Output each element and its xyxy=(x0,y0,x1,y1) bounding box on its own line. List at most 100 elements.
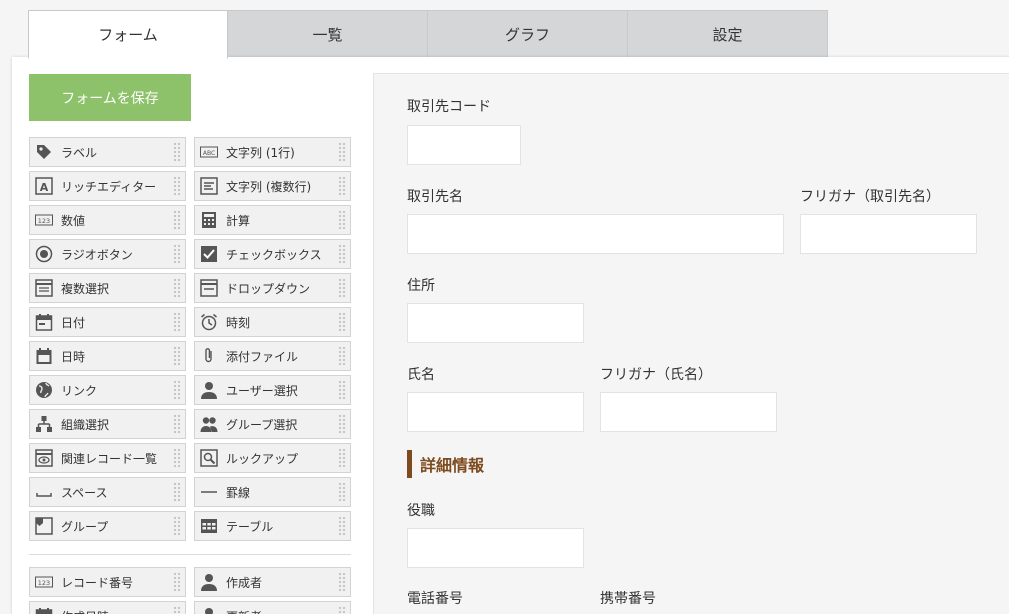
drag-handle-icon[interactable] xyxy=(173,380,181,400)
user-icon xyxy=(200,381,218,399)
palette-item[interactable]: 123 レコード番号 xyxy=(29,567,186,597)
palette-row: 123 数値 計算 xyxy=(29,205,351,235)
drag-handle-icon[interactable] xyxy=(173,210,181,230)
drag-handle-icon[interactable] xyxy=(338,176,346,196)
drag-handle-icon[interactable] xyxy=(338,210,346,230)
palette-row: 作成日時 更新者 xyxy=(29,601,351,614)
palette-item[interactable]: ルックアップ xyxy=(194,443,351,473)
drag-handle-icon[interactable] xyxy=(338,448,346,468)
tab-graph[interactable]: グラフ xyxy=(428,10,628,58)
palette-row: スペース 罫線 xyxy=(29,477,351,507)
number-icon: 123 xyxy=(35,573,53,591)
drag-handle-icon[interactable] xyxy=(338,516,346,536)
drag-handle-icon[interactable] xyxy=(173,482,181,502)
palette-item-label: 組織選択 xyxy=(61,417,110,432)
palette-item[interactable]: グループ xyxy=(29,511,186,541)
field-input-customer-name-kana[interactable] xyxy=(800,214,977,254)
drag-handle-icon[interactable] xyxy=(173,244,181,264)
palette-item[interactable]: テーブル xyxy=(194,511,351,541)
palette-item-label: 文字列 (1行) xyxy=(226,145,295,160)
palette-item[interactable]: 文字列 (複数行) xyxy=(194,171,351,201)
palette-row: 組織選択 グループ選択 xyxy=(29,409,351,439)
date-icon xyxy=(35,607,53,614)
palette-item[interactable]: 組織選択 xyxy=(29,409,186,439)
drag-handle-icon[interactable] xyxy=(338,380,346,400)
lookup-icon xyxy=(200,449,218,467)
drag-handle-icon[interactable] xyxy=(338,414,346,434)
palette-row: 日付 時刻 xyxy=(29,307,351,337)
palette-item[interactable]: スペース xyxy=(29,477,186,507)
palette-item[interactable]: 関連レコード一覧 xyxy=(29,443,186,473)
drag-handle-icon[interactable] xyxy=(173,142,181,162)
section-title: 詳細情報 xyxy=(407,450,484,478)
drag-handle-icon[interactable] xyxy=(173,572,181,592)
drag-handle-icon[interactable] xyxy=(338,278,346,298)
palette-item[interactable]: 計算 xyxy=(194,205,351,235)
palette-item-label: 計算 xyxy=(226,213,251,228)
palette-item-label: ドロップダウン xyxy=(226,281,311,296)
field-palette: ラベル ABC 文字列 (1行) A リッチエディター 文字列 (複数行) 123 数値 計算ラ… xyxy=(29,137,351,614)
drag-handle-icon[interactable] xyxy=(173,606,181,614)
palette-item[interactable]: ユーザー選択 xyxy=(194,375,351,405)
drag-handle-icon[interactable] xyxy=(338,346,346,366)
field-label: フリガナ（氏名） xyxy=(600,367,712,383)
drag-handle-icon[interactable] xyxy=(338,142,346,162)
palette-row: リンク ユーザー選択 xyxy=(29,375,351,405)
palette-item[interactable]: グループ選択 xyxy=(194,409,351,439)
field-input-address[interactable] xyxy=(407,303,584,343)
tab-form[interactable]: フォーム xyxy=(28,10,228,59)
palette-item[interactable]: 更新者 xyxy=(194,601,351,614)
drag-handle-icon[interactable] xyxy=(173,176,181,196)
palette-item[interactable]: 日時 xyxy=(29,341,186,371)
palette-item[interactable]: 日付 xyxy=(29,307,186,337)
palette-item[interactable]: チェックボックス xyxy=(194,239,351,269)
drag-handle-icon[interactable] xyxy=(173,312,181,332)
field-input-name-kana[interactable] xyxy=(600,392,777,432)
palette-item[interactable]: 作成日時 xyxy=(29,601,186,614)
palette-item-label: チェックボックス xyxy=(226,247,322,262)
palette-item[interactable]: 作成者 xyxy=(194,567,351,597)
palette-item[interactable]: リンク xyxy=(29,375,186,405)
field-input-customer-name[interactable] xyxy=(407,214,784,254)
palette-item-label: 関連レコード一覧 xyxy=(61,451,158,466)
drag-handle-icon[interactable] xyxy=(338,606,346,614)
field-input-customer-code[interactable] xyxy=(407,125,521,165)
palette-item-label: 数値 xyxy=(61,213,86,228)
palette-item[interactable]: 添付ファイル xyxy=(194,341,351,371)
drag-handle-icon[interactable] xyxy=(338,482,346,502)
palette-item[interactable]: 123 数値 xyxy=(29,205,186,235)
drag-handle-icon[interactable] xyxy=(338,572,346,592)
save-form-button[interactable]: フォームを保存 xyxy=(29,74,191,121)
drag-handle-icon[interactable] xyxy=(173,448,181,468)
field-label: 携帯番号 xyxy=(600,591,656,607)
drag-handle-icon[interactable] xyxy=(338,244,346,264)
drag-handle-icon[interactable] xyxy=(338,312,346,332)
tab-settings[interactable]: 設定 xyxy=(628,10,828,58)
palette-item[interactable]: ラジオボタン xyxy=(29,239,186,269)
field-label: 氏名 xyxy=(407,367,435,383)
drag-handle-icon[interactable] xyxy=(173,346,181,366)
palette-item-label: レコード番号 xyxy=(61,575,134,590)
field-input-name[interactable] xyxy=(407,392,584,432)
palette-row: 複数選択 ドロップダウン xyxy=(29,273,351,303)
palette-item[interactable]: ドロップダウン xyxy=(194,273,351,303)
palette-item[interactable]: A リッチエディター xyxy=(29,171,186,201)
clock-icon xyxy=(200,313,218,331)
palette-item[interactable]: 時刻 xyxy=(194,307,351,337)
field-input-job-title[interactable] xyxy=(407,528,584,568)
field-label: 住所 xyxy=(407,278,435,294)
palette-row: 関連レコード一覧 ルックアップ xyxy=(29,443,351,473)
svg-text:A: A xyxy=(40,181,49,194)
tab-list[interactable]: 一覧 xyxy=(228,10,428,58)
tag-icon xyxy=(35,143,53,161)
drag-handle-icon[interactable] xyxy=(173,414,181,434)
palette-item-label: 作成日時 xyxy=(61,608,109,614)
palette-item[interactable]: 罫線 xyxy=(194,477,351,507)
form-canvas: 取引先コード 取引先名 フリガナ（取引先名） 住所 氏名 フリガナ（氏名） 詳細… xyxy=(373,73,1009,614)
user-icon xyxy=(200,607,218,614)
drag-handle-icon[interactable] xyxy=(173,516,181,536)
palette-item[interactable]: ABC 文字列 (1行) xyxy=(194,137,351,167)
palette-item[interactable]: ラベル xyxy=(29,137,186,167)
palette-item[interactable]: 複数選択 xyxy=(29,273,186,303)
drag-handle-icon[interactable] xyxy=(173,278,181,298)
